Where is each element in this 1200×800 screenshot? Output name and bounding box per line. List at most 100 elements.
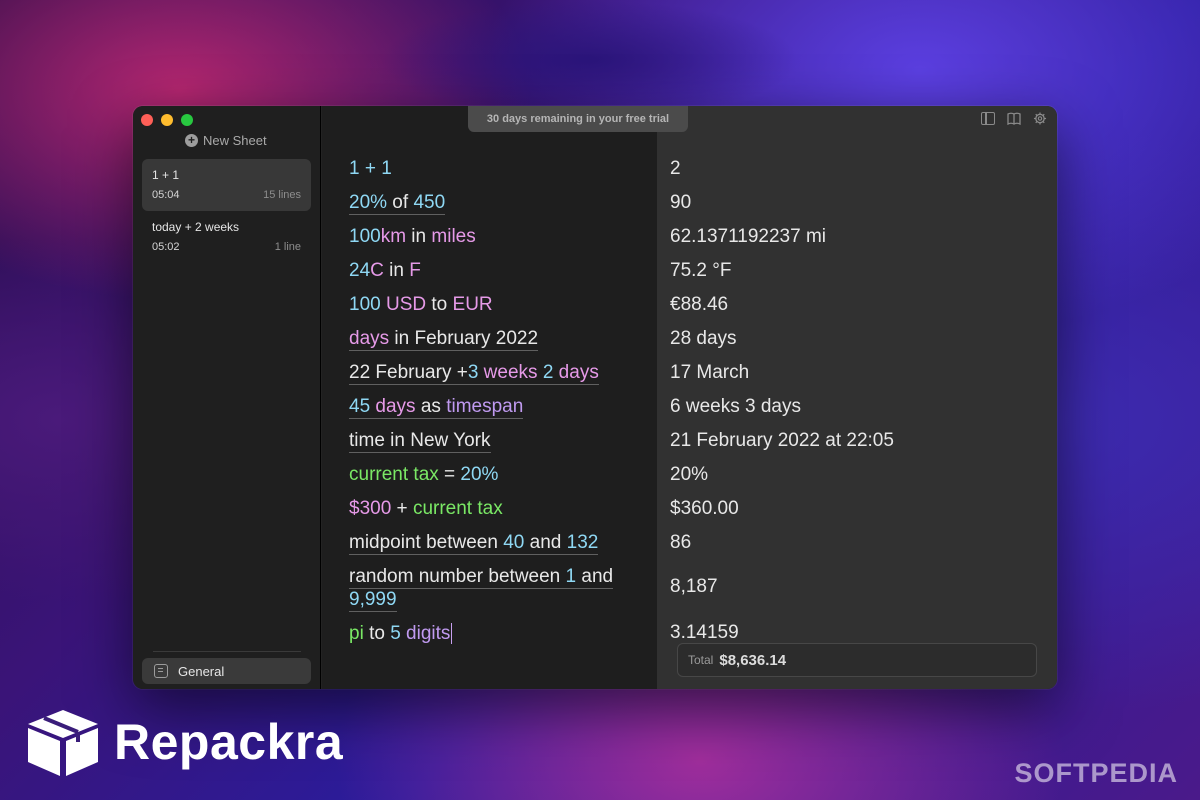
token: current tax (412, 498, 503, 519)
editor-line[interactable]: time in New York (349, 429, 649, 453)
token: 132 (566, 532, 599, 553)
sheet-item[interactable]: today + 2 weeks 05:02 1 line (142, 211, 311, 263)
total-value: $8,636.14 (719, 651, 787, 669)
app-window: + New Sheet 1 + 1 05:04 15 lines today +… (133, 106, 1057, 689)
new-sheet-button[interactable]: + New Sheet (185, 133, 267, 148)
token: to (363, 623, 391, 644)
token: midpoint between (349, 532, 504, 553)
minimize-button[interactable] (161, 114, 173, 126)
editor-line[interactable]: 45 days as timespan (349, 395, 649, 419)
token: weeks (478, 362, 538, 383)
results-pane: 2 90 62.1371192237 mi 75.2 °F €88.46 28 … (657, 106, 1057, 689)
sheet-title: 1 + 1 (152, 168, 180, 182)
token: 45 (349, 396, 371, 417)
result-value[interactable]: €88.46 (670, 293, 728, 316)
editor-line[interactable]: 100 USD to EUR (349, 293, 649, 316)
token: in February 2022 (389, 328, 539, 349)
editor-line[interactable]: 100km in miles (349, 225, 649, 248)
result-value[interactable]: 20% (670, 463, 708, 486)
token: C (370, 260, 384, 281)
token: F (409, 260, 421, 281)
plus-icon: + (185, 134, 198, 147)
editor-line[interactable]: pi to 5 digits (349, 622, 649, 645)
editor-line[interactable]: days in February 2022 (349, 327, 649, 351)
editor-line[interactable]: 20% of 450 (349, 191, 649, 215)
result-value[interactable]: 62.1371192237 mi (670, 225, 826, 248)
token: km (380, 226, 407, 247)
token: days (370, 396, 416, 417)
token: 22 February + (349, 362, 468, 383)
trial-banner[interactable]: 30 days remaining in your free trial (468, 106, 688, 132)
result-value[interactable]: 3.14159 (670, 621, 739, 644)
token: = (438, 464, 461, 485)
window-controls (141, 114, 193, 126)
watermark: SOFTPEDIA (1014, 758, 1178, 788)
token: of (387, 192, 414, 213)
token: as (415, 396, 447, 417)
token: and (524, 532, 567, 553)
result-value[interactable]: 8,187 (670, 575, 718, 598)
editor-line[interactable]: 1 + 1 (349, 157, 649, 180)
general-folder-button[interactable]: General (142, 658, 311, 684)
result-value[interactable]: 75.2 °F (670, 259, 731, 282)
result-value[interactable]: 2 (670, 157, 681, 180)
editor-line[interactable]: midpoint between 40 and 132 (349, 531, 649, 555)
zoom-button[interactable] (181, 114, 193, 126)
editor-line[interactable]: $300 + current tax (349, 497, 649, 520)
token: 5 (390, 623, 401, 644)
token: digits (400, 623, 451, 644)
book-icon[interactable] (1007, 112, 1021, 125)
token: 20% (349, 192, 388, 213)
token: USD (380, 294, 427, 315)
token: current tax (349, 464, 439, 485)
sheet-item[interactable]: 1 + 1 05:04 15 lines (142, 159, 311, 211)
result-value[interactable]: 21 February 2022 at 22:05 (670, 429, 894, 452)
sidebar-divider (153, 651, 301, 652)
token: days (553, 362, 599, 383)
token: in (406, 226, 432, 247)
notebook-icon (154, 664, 168, 678)
token: and (576, 566, 614, 587)
box-icon (28, 710, 98, 776)
token: to (426, 294, 453, 315)
sheet-line-count: 15 lines (263, 189, 301, 201)
result-value[interactable]: $360.00 (670, 497, 739, 520)
token: 40 (503, 532, 525, 553)
token: 100 (349, 294, 381, 315)
editor-line[interactable]: random number between 1 and 9,999 (349, 565, 649, 612)
token: 9,999 (349, 589, 397, 610)
sheet-time: 05:04 (152, 189, 180, 201)
token: 24 (349, 260, 371, 281)
editor-line[interactable]: current tax = 20% (349, 463, 649, 486)
result-value[interactable]: 6 weeks 3 days (670, 395, 801, 418)
new-sheet-label: New Sheet (203, 133, 267, 148)
token: 2 (537, 362, 554, 383)
editor-line[interactable]: 22 February +3 weeks 2 days (349, 361, 649, 385)
token: EUR (452, 294, 493, 315)
brand-logo: Repackra (22, 706, 343, 778)
editor-pane[interactable]: 1 + 1 20% of 450 100km in miles 24C in F… (322, 106, 657, 689)
token: days (349, 328, 390, 349)
token: random number between (349, 566, 566, 587)
text-cursor (451, 623, 453, 644)
close-button[interactable] (141, 114, 153, 126)
toolbar-icons (981, 112, 1047, 125)
result-value[interactable]: 86 (670, 531, 691, 554)
token: 450 (413, 192, 446, 213)
editor-line[interactable]: 24C in F (349, 259, 649, 282)
sheet-title: today + 2 weeks (152, 220, 240, 234)
token: pi (349, 623, 364, 644)
sheet-time: 05:02 (152, 241, 180, 253)
result-value[interactable]: 90 (670, 191, 691, 214)
token: 100 (349, 226, 381, 247)
token: 1 + 1 (349, 158, 392, 179)
token: timespan (446, 396, 524, 417)
result-value[interactable]: 28 days (670, 327, 737, 350)
total-box[interactable]: Total $8,636.14 (677, 643, 1037, 677)
sidebar-toggle-icon[interactable] (981, 112, 995, 125)
gear-icon[interactable] (1033, 112, 1047, 125)
token: 3 (467, 362, 479, 383)
result-value[interactable]: 17 March (670, 361, 749, 384)
general-label: General (178, 663, 225, 679)
token: + (391, 498, 413, 519)
